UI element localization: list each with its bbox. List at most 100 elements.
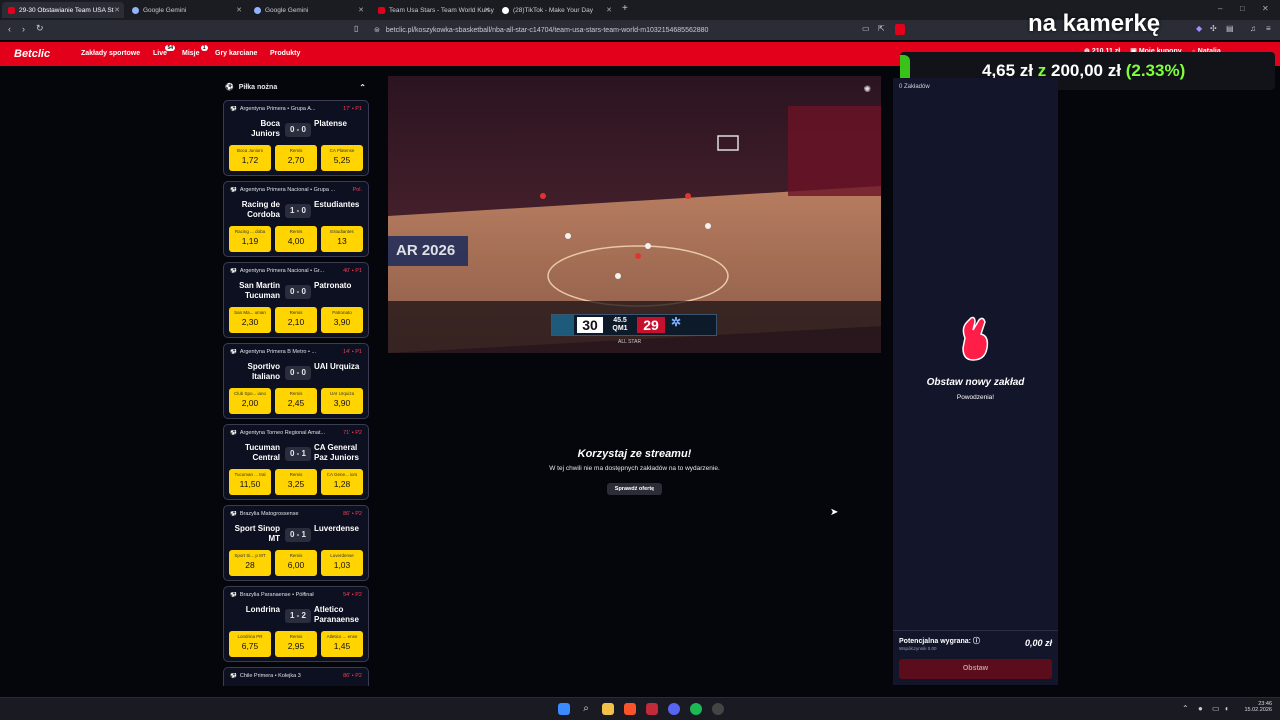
chevron-up-icon[interactable]: ⌃	[359, 83, 366, 92]
place-bet-button[interactable]: Obstaw	[899, 659, 1052, 679]
share-icon[interactable]: ⇱	[878, 24, 885, 33]
discord-icon[interactable]	[668, 703, 680, 715]
browser-tab[interactable]: Google Gemini ✕	[126, 2, 246, 18]
close-tab-icon[interactable]: ✕	[606, 6, 612, 14]
back-icon[interactable]: ‹	[8, 24, 11, 34]
odds-button[interactable]: Boca Juniors 1,72	[229, 145, 271, 171]
match-card[interactable]: ⚽ Argentyna Torneo Regional Amat... 71' • …	[223, 424, 369, 500]
match-time: 71' • P2	[343, 430, 362, 436]
info-icon[interactable]: ⓘ	[973, 638, 980, 645]
nav-item-card-games[interactable]: Gry karciane	[215, 50, 257, 57]
odds-button[interactable]: Sport Si... p MT 28	[229, 550, 271, 576]
clock-quarter: QM1	[612, 325, 628, 332]
app-icon[interactable]	[646, 703, 658, 715]
site-info-icon[interactable]: ⊜	[374, 26, 380, 34]
screen-share-icon[interactable]: ▭	[862, 24, 870, 33]
brave-shield-icon[interactable]	[895, 24, 905, 35]
os-taskbar: ⌕ ⌃ ● ▭ ◖ 23:46 15.02.2026	[0, 697, 1280, 720]
start-icon[interactable]	[558, 703, 570, 715]
odds-button[interactable]: Remis 4,00	[275, 226, 317, 252]
forward-icon[interactable]: ›	[22, 24, 25, 34]
stream-headline: Korzystaj ze streamu!	[577, 448, 692, 460]
odds-button[interactable]: Remis 2,45	[275, 388, 317, 414]
odds-button[interactable]: Club Spo... iano 2,00	[229, 388, 271, 414]
menu-icon[interactable]: ≡	[1266, 24, 1271, 33]
close-tab-icon[interactable]: ✕	[114, 6, 120, 14]
odds-button[interactable]: CA Platense 5,25	[321, 145, 363, 171]
nav-item-missions[interactable]: Misje 1	[182, 45, 208, 57]
maximize-icon[interactable]: □	[1240, 4, 1245, 13]
close-window-icon[interactable]: ✕	[1262, 4, 1269, 13]
betclic-favicon-icon	[378, 6, 385, 14]
away-team: Patronato	[314, 281, 352, 290]
odds-button[interactable]: Remis 2,70	[275, 145, 317, 171]
bookmark-icon[interactable]: ▯	[354, 24, 358, 33]
url-text[interactable]: betclic.pl/koszykowka-sbasketball/nba-al…	[386, 27, 709, 34]
match-time: 86' • P2	[343, 673, 362, 679]
network-icon[interactable]: ▭	[1212, 704, 1220, 713]
close-tab-icon[interactable]: ✕	[484, 6, 490, 14]
nav-item-live[interactable]: Live 54	[153, 45, 176, 57]
odds-label: UAI Urquiza	[329, 391, 355, 396]
brave-browser-icon[interactable]	[624, 703, 636, 715]
bet-slip-header[interactable]: 0 Zakładów	[899, 84, 930, 90]
nav-item-sports[interactable]: Zakłady sportowe	[81, 50, 140, 57]
media-icon[interactable]: ♫	[1250, 24, 1256, 33]
section-header[interactable]: ⚽ Piłka nożna ⌃	[220, 78, 374, 96]
browser-tab[interactable]: Google Gemini ✕	[248, 2, 368, 18]
odds-button[interactable]: Atletico ... ense 1,45	[321, 631, 363, 657]
browser-tab[interactable]: Team Usa Stars - Team World Kursy ✕	[372, 2, 494, 18]
spotify-icon[interactable]	[690, 703, 702, 715]
odds-button[interactable]: Remis 2,10	[275, 307, 317, 333]
team-logo-icon	[552, 315, 574, 335]
close-tab-icon[interactable]: ✕	[236, 6, 242, 14]
clock[interactable]: 23:46 15.02.2026	[1240, 701, 1272, 713]
odds-button[interactable]: Patronato 3,90	[321, 307, 363, 333]
match-card[interactable]: ⚽ Argentyna Primera Nacional • Grupa ... P…	[223, 181, 369, 257]
odds-button[interactable]: Estudiantes 13	[321, 226, 363, 252]
betclic-logo[interactable]: Betclic	[14, 48, 50, 60]
odds-button[interactable]: San Ma... uman 2,30	[229, 307, 271, 333]
check-offer-button[interactable]: Sprawdź ofertę	[606, 483, 663, 495]
leo-ai-icon[interactable]: ◆	[1196, 24, 1202, 33]
close-tab-icon[interactable]: ✕	[358, 6, 364, 14]
new-tab-button[interactable]: +	[622, 3, 628, 14]
potential-win-value: 0,00 zł	[1024, 638, 1052, 648]
tray-chevron-icon[interactable]: ⌃	[1182, 704, 1189, 713]
browser-tab[interactable]: 29-30 Obstawianie Team USA St ✕	[2, 2, 124, 18]
match-card[interactable]: ⚽ Argentyna Primera Nacional • Gr... 40' •…	[223, 262, 369, 338]
league-label: Argentyna Primera • Grupa A...	[239, 106, 316, 112]
odds-button[interactable]: Remis 3,25	[275, 469, 317, 495]
match-card[interactable]: ⚽ Brazylia Paranaense • Półfinał 54' • P2 L…	[223, 586, 369, 662]
odds-button[interactable]: Londrina PR 6,75	[229, 631, 271, 657]
nav-item-products[interactable]: Produkty	[270, 50, 300, 57]
match-card[interactable]: ⚽ Argentyna Primera • Grupa A... 17' • P1 B…	[223, 100, 369, 176]
reload-icon[interactable]: ↻	[36, 23, 44, 34]
live-stream-video[interactable]: AR 2026 30 45.5 QM1 29 ✲ ALL STAR ✺	[388, 76, 881, 353]
odds-button[interactable]: CA Gene... iors 1,28	[321, 469, 363, 495]
volume-icon[interactable]: ◖	[1224, 704, 1229, 713]
odds-value: 1,19	[241, 236, 259, 246]
microphone-icon[interactable]: ●	[1198, 704, 1203, 713]
odds-button[interactable]: Remis 6,00	[275, 550, 317, 576]
match-score: 0 - 1	[285, 528, 311, 542]
match-card[interactable]: ⚽ Chile Primera • Kolejka 3 86' • P2	[223, 667, 369, 686]
match-card[interactable]: ⚽ Brazylia Matogrossense 86' • P2 Sport Sin…	[223, 505, 369, 581]
odds-button[interactable]: Remis 2,95	[275, 631, 317, 657]
odds-button[interactable]: Luverdense 1,03	[321, 550, 363, 576]
match-card[interactable]: ⚽ Argentyna Primera B Metro • ... 14' • P1…	[223, 343, 369, 419]
odds-button[interactable]: Racing ... doba 1,19	[229, 226, 271, 252]
league-name: ⚽ Chile Primera • Kolejka 3	[230, 673, 340, 679]
file-explorer-icon[interactable]	[602, 703, 614, 715]
minimize-icon[interactable]: –	[1218, 4, 1222, 13]
extensions-icon[interactable]: ✣	[1210, 24, 1217, 33]
odds-label: Remis	[289, 553, 303, 558]
sidebar-toggle-icon[interactable]: ▤	[1226, 24, 1234, 33]
browser-tab[interactable]: (28)TikTok - Make Your Day ✕	[496, 2, 616, 18]
football-icon: ⚽	[230, 268, 237, 274]
search-icon[interactable]: ⌕	[580, 703, 592, 715]
odds-button[interactable]: UAI Urquiza 3,90	[321, 388, 363, 414]
odds-button[interactable]: Tucuman ... tral 11,50	[229, 469, 271, 495]
address-bar[interactable]: ⊜ betclic.pl/koszykowka-sbasketball/nba-…	[368, 23, 908, 37]
obs-icon[interactable]	[712, 703, 724, 715]
